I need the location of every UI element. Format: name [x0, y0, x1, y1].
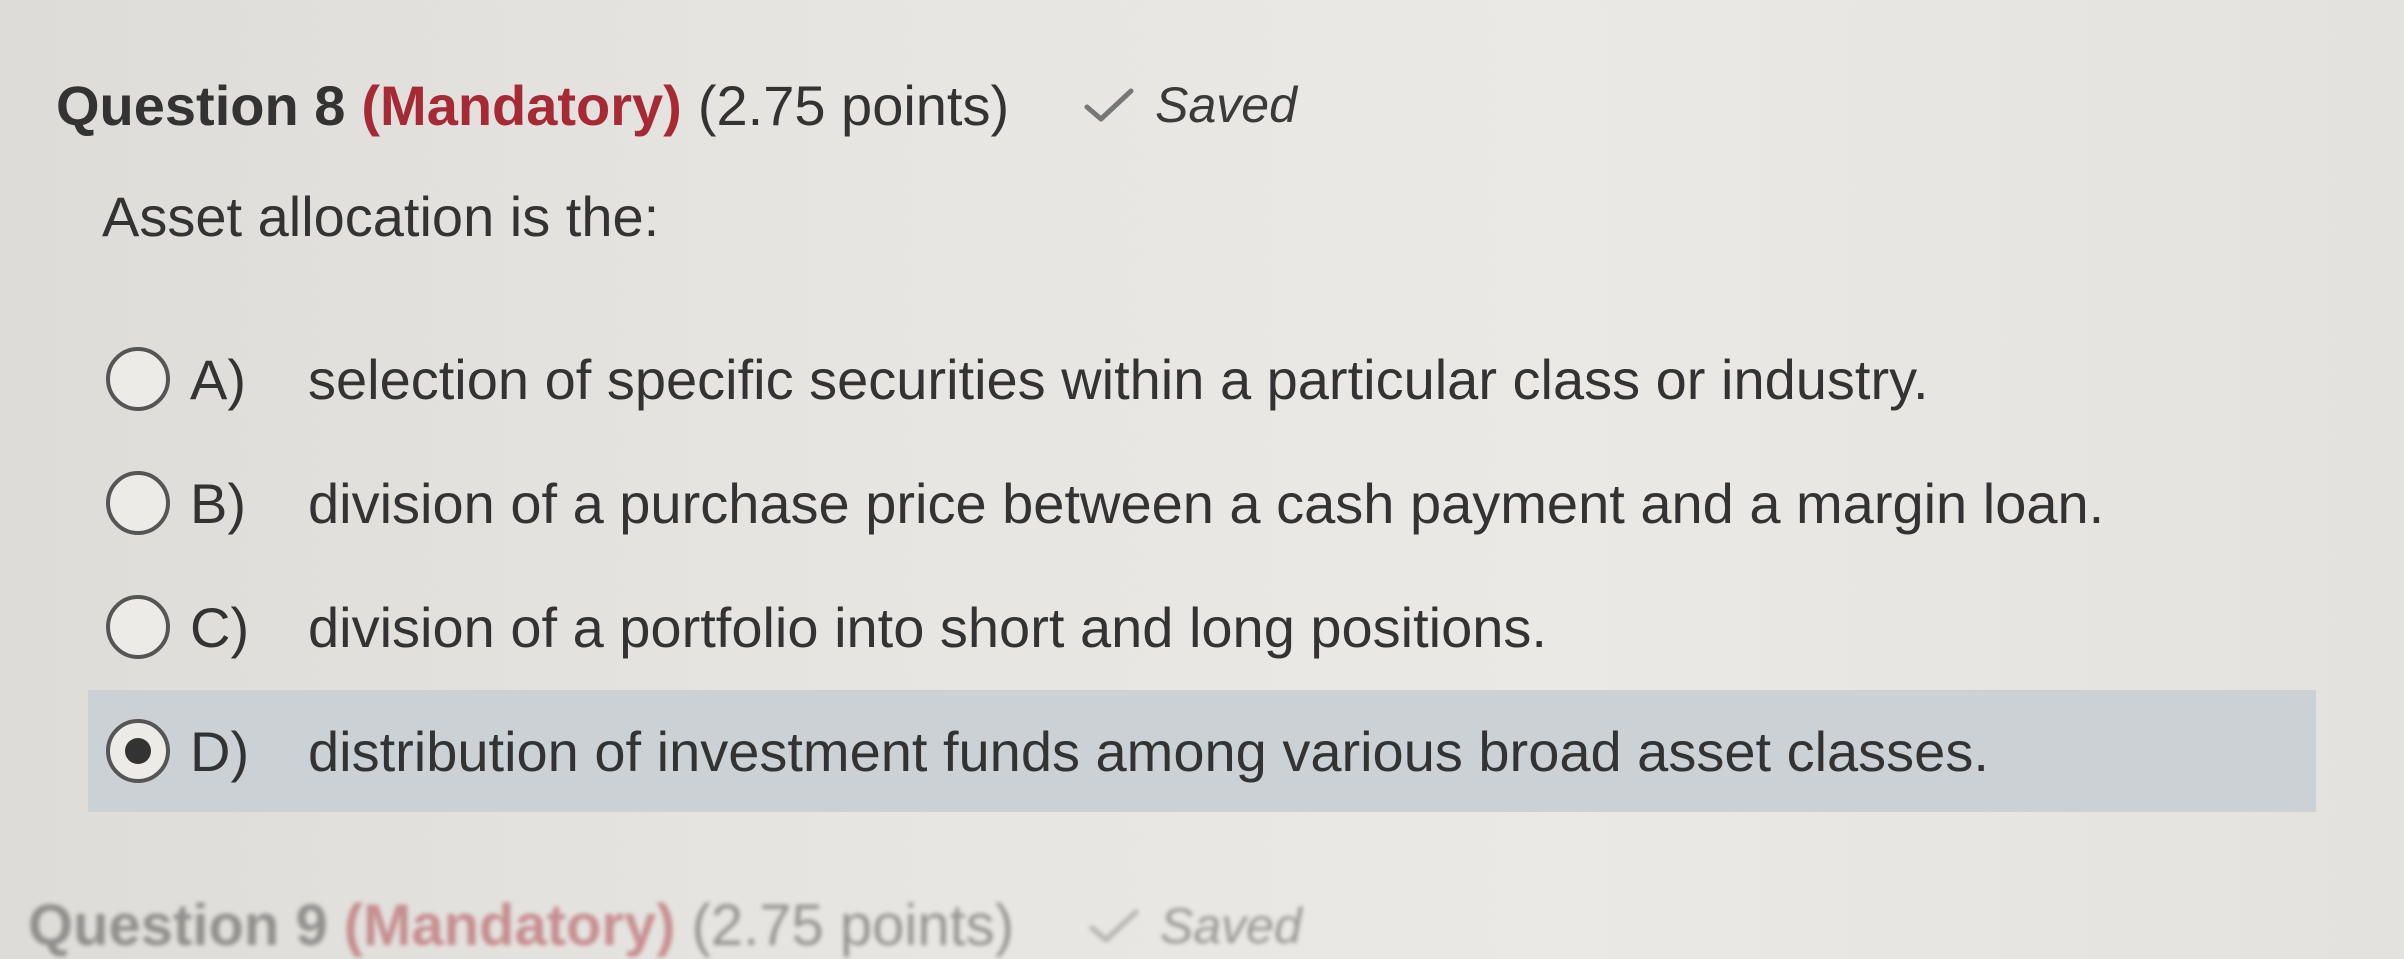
next-question-title: Question 9	[28, 893, 328, 958]
next-saved-label: Saved	[1160, 897, 1302, 954]
option-b[interactable]: B) division of a purchase price between …	[88, 442, 2316, 564]
checkmark-icon	[1089, 909, 1139, 942]
points-label: (2.75 points)	[697, 73, 1010, 137]
question-prompt: Asset allocation is the:	[102, 185, 660, 248]
radio-selected-dot	[125, 738, 151, 764]
question-title: Question 8	[56, 73, 346, 137]
checkmark-icon	[1084, 88, 1134, 122]
mandatory-label: (Mandatory)	[361, 73, 682, 137]
radio-button-c[interactable]	[106, 595, 170, 659]
option-letter: C)	[190, 595, 250, 659]
radio-button-a[interactable]	[106, 347, 170, 411]
option-text: distribution of investment funds among v…	[308, 719, 1989, 783]
saved-label: Saved	[1155, 77, 1297, 133]
option-letter: A)	[190, 347, 246, 411]
next-mandatory-label: (Mandatory)	[343, 893, 676, 958]
option-text: selection of specific securities within …	[308, 347, 1929, 411]
option-text: division of a purchase price between a c…	[308, 471, 2105, 535]
option-text: division of a portfolio into short and l…	[308, 595, 1547, 659]
next-question-header: Question 9 (Mandatory) (2.75 points) Sav…	[28, 892, 1302, 959]
saved-status: Saved	[1081, 76, 1297, 134]
radio-button-b[interactable]	[106, 471, 170, 535]
next-saved-status: Saved	[1086, 897, 1302, 955]
option-d[interactable]: D) distribution of investment funds amon…	[88, 690, 2316, 812]
question-header: Question 8 (Mandatory) (2.75 points) Sav…	[56, 70, 1297, 140]
option-a[interactable]: A) selection of specific securities with…	[88, 318, 2316, 440]
option-c[interactable]: C) division of a portfolio into short an…	[88, 566, 2316, 688]
radio-button-d[interactable]	[106, 719, 170, 783]
option-letter: D)	[190, 719, 250, 783]
option-letter: B)	[190, 471, 246, 535]
next-points-label: (2.75 points)	[691, 893, 1015, 958]
